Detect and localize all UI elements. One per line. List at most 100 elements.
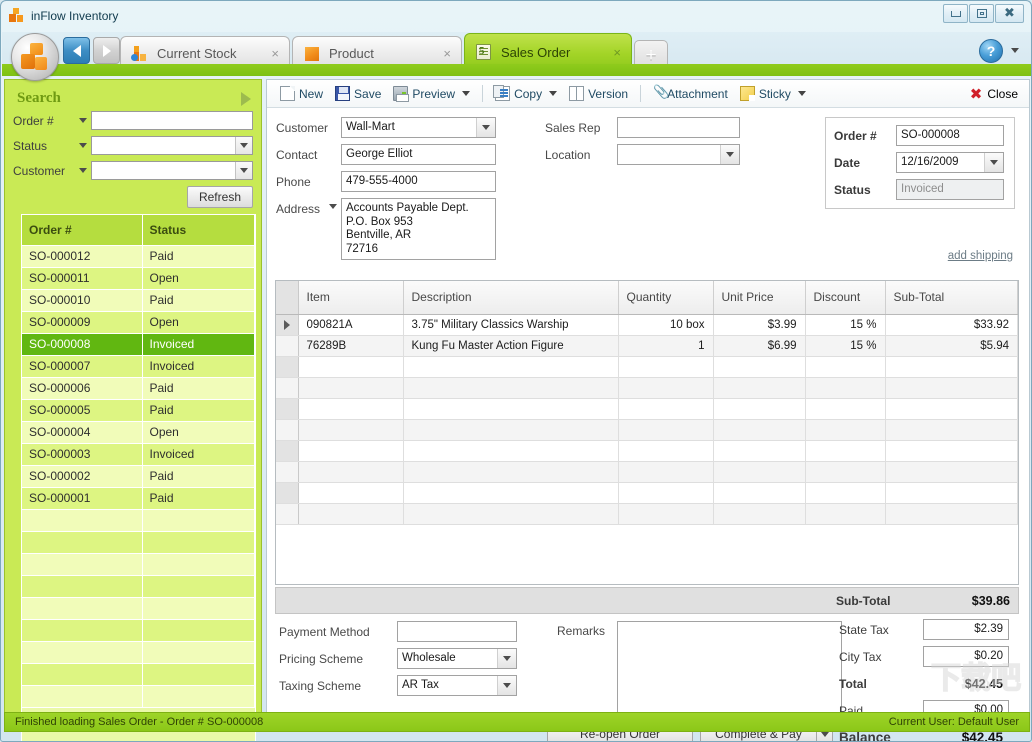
cell-empty[interactable] — [298, 356, 403, 377]
state-tax-value[interactable]: $2.39 — [923, 619, 1009, 640]
orders-row[interactable]: SO-000003Invoiced — [22, 443, 255, 465]
cell-sub-total[interactable]: $5.94 — [885, 335, 1018, 356]
app-menu-orb-button[interactable] — [11, 33, 59, 81]
cell-empty[interactable] — [805, 377, 885, 398]
table-row-empty[interactable] — [276, 398, 1018, 419]
cell-empty[interactable] — [618, 503, 713, 524]
row-indicator-cell[interactable] — [276, 356, 298, 377]
chevron-down-icon[interactable] — [235, 137, 252, 154]
line-items-grid[interactable]: Item Description Quantity Unit Price Dis… — [275, 280, 1019, 585]
orders-row[interactable]: SO-000002Paid — [22, 465, 255, 487]
pricing-scheme-combo[interactable]: Wholesale — [397, 648, 517, 669]
row-indicator-cell[interactable] — [276, 503, 298, 524]
new-button[interactable]: New — [275, 84, 328, 103]
close-record-button[interactable]: ✖ Close — [970, 85, 1021, 103]
sticky-button[interactable]: Sticky — [735, 84, 811, 103]
orders-row[interactable]: SO-000005Paid — [22, 399, 255, 421]
cell-empty[interactable] — [885, 503, 1018, 524]
customer-combo[interactable]: Wall-Mart — [341, 117, 496, 138]
forward-button[interactable] — [93, 37, 120, 64]
search-operator-caret-icon[interactable] — [75, 143, 91, 148]
table-row[interactable]: 090821A3.75" Military Classics Warship10… — [276, 314, 1018, 335]
orders-row-empty[interactable] — [22, 575, 255, 597]
remarks-textarea[interactable] — [617, 621, 842, 713]
search-input-order-no[interactable] — [91, 111, 253, 130]
cell-empty[interactable] — [713, 419, 805, 440]
window-close-button[interactable]: ✖ — [995, 4, 1024, 23]
row-indicator-cell[interactable] — [276, 419, 298, 440]
search-operator-caret-icon[interactable] — [75, 118, 91, 123]
col-discount[interactable]: Discount — [805, 281, 885, 314]
orders-col-status[interactable]: Status — [142, 215, 255, 245]
col-quantity[interactable]: Quantity — [618, 281, 713, 314]
address-textarea[interactable]: Accounts Payable Dept.P.O. Box 953Bentvi… — [341, 198, 496, 260]
table-row-empty[interactable] — [276, 461, 1018, 482]
cell-quantity[interactable]: 10 box — [618, 314, 713, 335]
cell-empty[interactable] — [298, 398, 403, 419]
back-button[interactable] — [63, 37, 90, 64]
orders-row-empty[interactable] — [22, 641, 255, 663]
cell-empty[interactable] — [618, 461, 713, 482]
help-button[interactable]: ? — [979, 39, 1003, 63]
orders-row-empty[interactable] — [22, 597, 255, 619]
tab-close-icon[interactable]: × — [439, 46, 455, 61]
add-shipping-link[interactable]: add shipping — [948, 250, 1013, 262]
cell-empty[interactable] — [713, 398, 805, 419]
sales-rep-input[interactable] — [617, 117, 740, 138]
cell-item[interactable]: 76289B — [298, 335, 403, 356]
cell-empty[interactable] — [403, 377, 618, 398]
orders-row-empty[interactable] — [22, 685, 255, 707]
chevron-down-icon[interactable] — [720, 145, 739, 164]
address-type-caret-icon[interactable] — [325, 198, 341, 209]
cell-empty[interactable] — [805, 398, 885, 419]
orders-row[interactable]: SO-000012Paid — [22, 245, 255, 267]
cell-empty[interactable] — [403, 440, 618, 461]
cell-empty[interactable] — [885, 398, 1018, 419]
cell-empty[interactable] — [805, 482, 885, 503]
orders-row[interactable]: SO-000007Invoiced — [22, 355, 255, 377]
chevron-down-icon[interactable] — [549, 91, 557, 96]
cell-empty[interactable] — [805, 356, 885, 377]
cell-empty[interactable] — [298, 419, 403, 440]
cell-empty[interactable] — [403, 356, 618, 377]
orders-col-order-no[interactable]: Order # — [22, 215, 142, 245]
contact-input[interactable]: George Elliot — [341, 144, 496, 165]
cell-empty[interactable] — [618, 440, 713, 461]
orders-row-empty[interactable] — [22, 531, 255, 553]
chevron-down-icon[interactable] — [798, 91, 806, 96]
version-button[interactable]: Version — [564, 84, 633, 103]
cell-unit-price[interactable]: $6.99 — [713, 335, 805, 356]
date-picker[interactable]: 12/16/2009 — [896, 152, 1004, 173]
table-row-empty[interactable] — [276, 503, 1018, 524]
cell-sub-total[interactable]: $33.92 — [885, 314, 1018, 335]
cell-empty[interactable] — [713, 461, 805, 482]
cell-empty[interactable] — [713, 482, 805, 503]
cell-discount[interactable]: 15 % — [805, 314, 885, 335]
orders-row[interactable]: SO-000004Open — [22, 421, 255, 443]
tab-close-icon[interactable]: × — [267, 46, 283, 61]
chevron-down-icon[interactable] — [497, 676, 516, 695]
cell-empty[interactable] — [713, 377, 805, 398]
orders-row-empty[interactable] — [22, 619, 255, 641]
table-row-empty[interactable] — [276, 440, 1018, 461]
cell-empty[interactable] — [885, 356, 1018, 377]
col-unit-price[interactable]: Unit Price — [713, 281, 805, 314]
preview-button[interactable]: Preview — [388, 84, 475, 103]
city-tax-value[interactable]: $0.20 — [923, 646, 1009, 667]
search-combo-customer[interactable] — [91, 161, 253, 180]
row-indicator-cell[interactable] — [276, 440, 298, 461]
cell-empty[interactable] — [298, 440, 403, 461]
taxing-scheme-combo[interactable]: AR Tax — [397, 675, 517, 696]
minimize-button[interactable] — [943, 4, 968, 23]
maximize-button[interactable] — [969, 4, 994, 23]
cell-empty[interactable] — [885, 461, 1018, 482]
orders-row-empty[interactable] — [22, 509, 255, 531]
cell-empty[interactable] — [885, 440, 1018, 461]
cell-empty[interactable] — [403, 482, 618, 503]
orders-row[interactable]: SO-000008Invoiced — [22, 333, 255, 355]
row-indicator-cell[interactable] — [276, 461, 298, 482]
cell-empty[interactable] — [713, 503, 805, 524]
cell-empty[interactable] — [618, 377, 713, 398]
col-sub-total[interactable]: Sub-Total — [885, 281, 1018, 314]
chevron-down-icon[interactable] — [462, 91, 470, 96]
